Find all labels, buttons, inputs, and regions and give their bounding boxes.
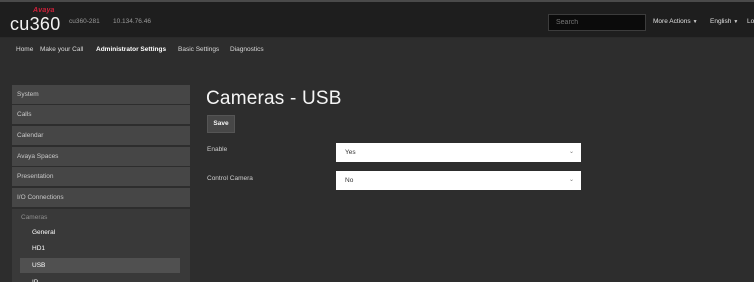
truncated-menu[interactable]: Lo <box>747 18 754 25</box>
enable-label: Enable <box>207 146 228 153</box>
chevron-down-icon: ⌄ <box>568 177 574 183</box>
nav-basic-settings[interactable]: Basic Settings <box>178 46 219 53</box>
device-model: cu360 <box>10 14 61 34</box>
brand-logo[interactable]: Avaya cu360 <box>10 7 62 35</box>
control-camera-label: Control Camera <box>207 175 253 182</box>
main-nav: Home Make your Call Administrator Settin… <box>0 39 754 61</box>
caret-down-icon: ▼ <box>733 19 739 25</box>
sidebar-item-calendar[interactable]: Calendar <box>12 126 190 145</box>
nav-diagnostics[interactable]: Diagnostics <box>230 46 264 53</box>
sidebar-item-avaya-spaces[interactable]: Avaya Spaces <box>12 147 190 166</box>
save-button[interactable]: Save <box>207 115 235 133</box>
more-actions-menu[interactable]: More Actions ▼ <box>653 18 698 25</box>
sidebar-item-io-connections[interactable]: I/O Connections <box>12 188 190 207</box>
language-menu[interactable]: English ▼ <box>710 18 738 25</box>
caret-down-icon: ▼ <box>692 19 698 25</box>
sidebar-item-hd1[interactable]: HD1 <box>20 241 180 256</box>
brand-name: Avaya <box>33 7 55 14</box>
sidebar-item-usb[interactable]: USB <box>20 258 180 273</box>
control-camera-select[interactable]: No ⌄ <box>336 171 581 190</box>
device-ip: 10.134.76.46 <box>113 18 151 25</box>
language-label: English <box>710 18 732 25</box>
sidebar-item-presentation[interactable]: Presentation <box>12 167 190 186</box>
sidebar-item-general[interactable]: General <box>20 225 180 240</box>
search-input[interactable] <box>548 14 646 31</box>
settings-sidebar: System Calls Calendar Avaya Spaces Prese… <box>12 85 190 282</box>
control-camera-value: No <box>345 177 354 184</box>
enable-value: Yes <box>345 149 356 156</box>
page-title: Cameras - USB <box>206 88 342 109</box>
cameras-submenu: Cameras General HD1 USB IP <box>12 209 190 282</box>
nav-administrator-settings[interactable]: Administrator Settings <box>96 46 166 53</box>
header-edge <box>0 0 754 2</box>
more-actions-label: More Actions <box>653 18 691 25</box>
device-name: cu360-281 <box>69 18 100 25</box>
nav-make-your-call[interactable]: Make your Call <box>40 46 83 53</box>
top-header: Avaya cu360 cu360-281 10.134.76.46 More … <box>0 0 754 38</box>
sidebar-item-calls[interactable]: Calls <box>12 105 190 124</box>
enable-select[interactable]: Yes ⌄ <box>336 143 581 162</box>
nav-home[interactable]: Home <box>16 46 33 53</box>
chevron-down-icon: ⌄ <box>568 149 574 155</box>
cameras-group-title: Cameras <box>21 214 48 221</box>
sidebar-item-ip[interactable]: IP <box>20 275 180 282</box>
sidebar-item-system[interactable]: System <box>12 85 190 104</box>
